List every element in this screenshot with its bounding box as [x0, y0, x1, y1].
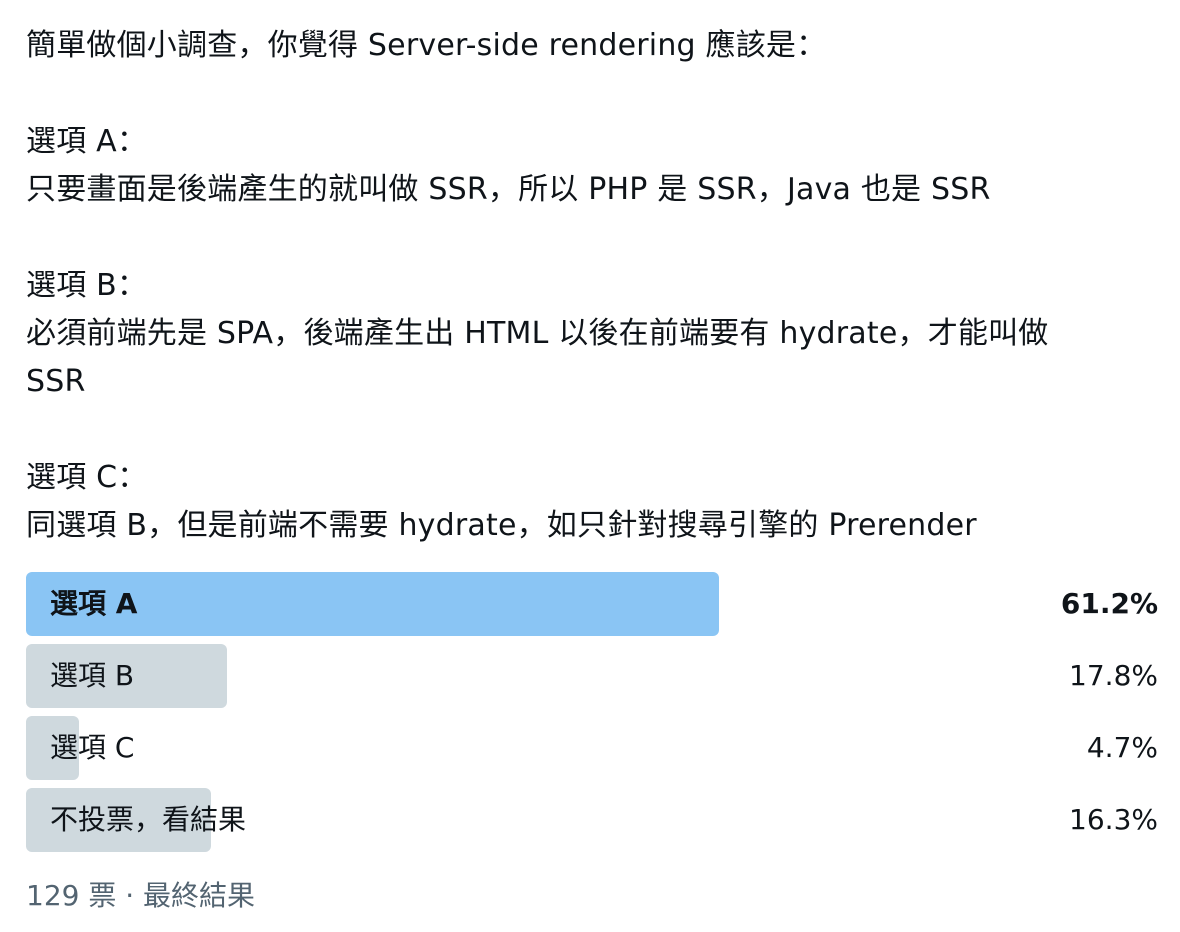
poll-option-label: 選項 A [50, 587, 138, 620]
poll-option-label: 選項 B [50, 659, 135, 692]
poll-option-percent: 17.8% [1069, 659, 1158, 692]
tweet-line: 同選項 B，但是前端不需要 hydrate，如只針對搜尋引擎的 Prerende… [26, 508, 977, 543]
poll-option-a[interactable]: 選項 A 61.2% [26, 572, 1158, 636]
tweet-line: 必須前端先是 SPA，後端產生出 HTML 以後在前端要有 hydrate，才能… [26, 316, 1049, 351]
poll: 選項 A 61.2% 選項 B 17.8% 選項 C 4.7% 不投票，看結果 … [26, 572, 1158, 860]
poll-option-b[interactable]: 選項 B 17.8% [26, 644, 1158, 708]
poll-option-no-vote[interactable]: 不投票，看結果 16.3% [26, 788, 1158, 852]
tweet-line: 簡單做個小調查，你覺得 Server-side rendering 應該是： [26, 28, 827, 63]
tweet-line: 選項 C： [26, 460, 148, 495]
poll-option-label: 選項 C [50, 731, 135, 764]
poll-option-c[interactable]: 選項 C 4.7% [26, 716, 1158, 780]
tweet-line: SSR [26, 364, 86, 399]
poll-option-label: 不投票，看結果 [50, 803, 247, 836]
poll-footer: 129 票 · 最終結果 [26, 879, 256, 912]
poll-option-percent: 61.2% [1060, 587, 1158, 620]
tweet-line: 選項 A： [26, 124, 148, 159]
tweet-line: 選項 B： [26, 268, 148, 303]
tweet-text: 簡單做個小調查，你覺得 Server-side rendering 應該是： 選… [26, 22, 1160, 550]
poll-option-percent: 16.3% [1069, 803, 1158, 836]
poll-option-percent: 4.7% [1086, 731, 1158, 764]
tweet-line: 只要畫面是後端產生的就叫做 SSR，所以 PHP 是 SSR，Java 也是 S… [26, 172, 991, 207]
